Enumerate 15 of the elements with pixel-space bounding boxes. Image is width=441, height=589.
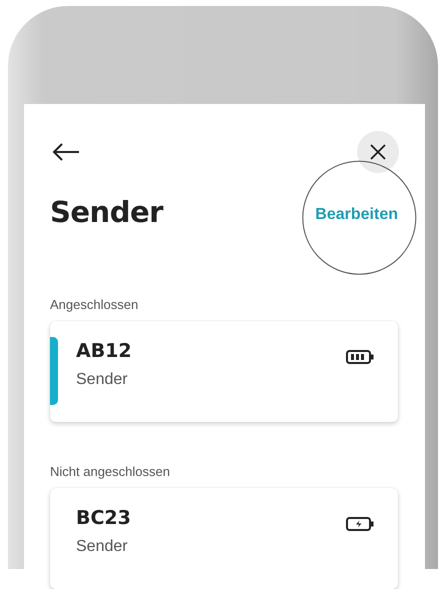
section-label: Nicht angeschlossen [50, 464, 171, 479]
device-name: AB12 [76, 340, 132, 362]
device-card[interactable]: AB12 Sender [50, 321, 398, 422]
device-type: Sender [76, 371, 129, 389]
device-type: Sender [76, 538, 129, 556]
battery-full-icon [346, 350, 374, 364]
back-arrow-icon[interactable] [52, 143, 80, 161]
close-button[interactable] [357, 131, 399, 173]
page-title: Sender [50, 195, 163, 229]
section-label: Angeschlossen [50, 297, 140, 312]
battery-charging-icon [346, 517, 374, 531]
device-name: BC23 [76, 507, 131, 529]
device-card[interactable]: BC23 Sender [50, 488, 398, 589]
selection-indicator [50, 337, 58, 405]
close-icon [369, 143, 387, 161]
